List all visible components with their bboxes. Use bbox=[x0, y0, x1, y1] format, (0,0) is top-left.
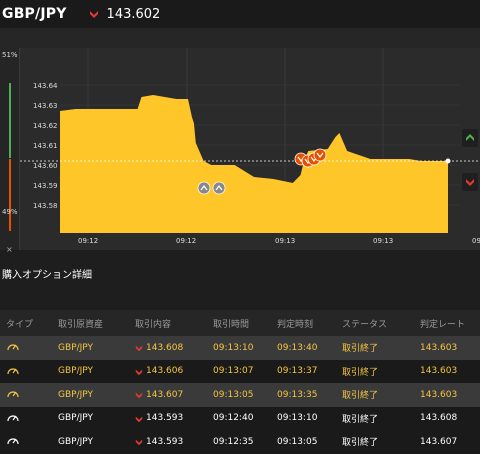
header-bar: GBP/JPY 143.602 bbox=[0, 0, 480, 28]
judge-time-cell: 09:13:05 bbox=[277, 436, 318, 447]
trade-time-cell: 09:13:07 bbox=[213, 366, 254, 377]
current-price: 143.602 bbox=[106, 6, 161, 22]
status-cell: 取引終了 bbox=[342, 344, 379, 355]
x-tick-label: 09 bbox=[472, 237, 480, 245]
high-button[interactable] bbox=[462, 129, 478, 147]
type-icon bbox=[6, 412, 20, 425]
table-row[interactable]: GBP/JPY 143.593 09:12:40 09:13:10 取引終了 143.60… bbox=[0, 406, 480, 430]
col-trade-time: 取引時間 bbox=[213, 319, 250, 330]
rate-cell: 143.593 bbox=[146, 436, 184, 447]
high-entry-marker[interactable] bbox=[212, 181, 226, 195]
judge-time-cell: 09:13:10 bbox=[277, 413, 318, 424]
chart-panel[interactable]: 51% 49% × 143.64 143.63 143.62 143.61 143.60… bbox=[0, 28, 480, 254]
trade-time-cell: 09:13:05 bbox=[213, 389, 254, 400]
low-button[interactable] bbox=[462, 173, 478, 191]
status-cell: 取引終了 bbox=[342, 391, 379, 402]
col-type: タイプ bbox=[6, 319, 34, 330]
timer-gauge-icon bbox=[7, 344, 19, 351]
asset-cell: GBP/JPY bbox=[58, 389, 93, 400]
table-header: タイプ 取引原資産 取引内容 取引時間 判定時刻 ステータス 判定レート bbox=[0, 310, 480, 336]
down-arrow-icon bbox=[135, 369, 143, 375]
table-row[interactable]: GBP/JPY 143.593 09:12:35 09:13:05 取引終了 143.60… bbox=[0, 430, 480, 454]
result-rate-cell: 143.603 bbox=[420, 366, 458, 377]
timer-gauge-icon bbox=[7, 368, 19, 374]
status-cell: 取引終了 bbox=[342, 414, 379, 425]
result-rate-cell: 143.603 bbox=[420, 389, 458, 400]
rate-cell: 143.593 bbox=[146, 413, 184, 424]
down-arrow-icon bbox=[135, 439, 143, 446]
y-tick-label: 143.64 bbox=[33, 82, 58, 90]
rate-cell: 143.608 bbox=[146, 342, 184, 353]
section-title: 購入オプション詳細 bbox=[2, 270, 92, 281]
y-tick-label: 143.60 bbox=[33, 162, 58, 170]
currency-pair: GBP/JPY bbox=[2, 6, 67, 22]
timer-gauge-icon bbox=[7, 415, 19, 421]
trade-time-cell: 09:13:10 bbox=[213, 342, 254, 353]
table-row[interactable]: GBP/JPY 143.607 09:13:05 09:13:35 取引終了 143.60… bbox=[0, 383, 480, 407]
trade-time-cell: 09:12:35 bbox=[213, 436, 254, 447]
type-icon bbox=[6, 388, 20, 401]
down-arrow-icon bbox=[135, 345, 143, 352]
high-entry-marker[interactable] bbox=[197, 181, 211, 195]
timer-gauge-icon bbox=[7, 438, 19, 445]
y-tick-label: 143.58 bbox=[33, 202, 58, 210]
asset-cell: GBP/JPY bbox=[58, 366, 93, 377]
type-icon bbox=[6, 365, 20, 378]
price-chart[interactable]: 143.64 143.63 143.62 143.61 143.60 143.59 143.… bbox=[0, 28, 480, 250]
down-arrow-icon bbox=[135, 416, 143, 422]
asset-cell: GBP/JPY bbox=[58, 342, 93, 353]
down-arrow-icon bbox=[135, 392, 143, 399]
rate-cell: 143.606 bbox=[146, 366, 184, 377]
table-row[interactable]: GBP/JPY 143.606 09:13:07 09:13:37 取引終了 143.60… bbox=[0, 359, 480, 383]
x-tick-label: 09:13 bbox=[275, 237, 295, 245]
timer-gauge-icon bbox=[7, 391, 19, 398]
rate-cell: 143.607 bbox=[146, 389, 184, 400]
purchase-table: タイプ 取引原資産 取引内容 取引時間 判定時刻 ステータス 判定レート GBP… bbox=[0, 310, 480, 454]
x-tick-label: 09:13 bbox=[373, 237, 393, 245]
col-judge-time: 判定時刻 bbox=[277, 319, 314, 330]
y-tick-label: 143.59 bbox=[33, 182, 58, 190]
type-icon bbox=[6, 341, 20, 354]
price-area bbox=[60, 95, 448, 233]
x-tick-label: 09:12 bbox=[176, 237, 196, 245]
down-arrow-icon bbox=[89, 11, 98, 18]
result-rate-cell: 143.608 bbox=[420, 413, 458, 424]
current-price-dot bbox=[445, 158, 451, 164]
judge-time-cell: 09:13:37 bbox=[277, 366, 318, 377]
result-rate-cell: 143.603 bbox=[420, 342, 458, 353]
col-result-rate: 判定レート bbox=[420, 319, 466, 330]
x-tick-label: 09:12 bbox=[78, 237, 98, 245]
y-tick-label: 143.63 bbox=[33, 102, 58, 110]
up-arrow-icon bbox=[466, 134, 474, 141]
judge-time-cell: 09:13:35 bbox=[277, 389, 318, 400]
y-tick-label: 143.61 bbox=[33, 142, 58, 150]
asset-cell: GBP/JPY bbox=[58, 436, 93, 447]
trade-time-cell: 09:12:40 bbox=[213, 413, 254, 424]
status-cell: 取引終了 bbox=[342, 438, 379, 449]
down-arrow-icon bbox=[466, 179, 474, 186]
result-rate-cell: 143.607 bbox=[420, 436, 458, 447]
status-cell: 取引終了 bbox=[342, 367, 379, 378]
low-entry-marker[interactable] bbox=[313, 148, 327, 162]
type-icon bbox=[6, 435, 20, 448]
table-row[interactable]: GBP/JPY 143.608 09:13:10 09:13:40 取引終了 143.60… bbox=[0, 336, 480, 360]
y-tick-label: 143.62 bbox=[33, 122, 58, 130]
col-content: 取引内容 bbox=[135, 319, 172, 330]
judge-time-cell: 09:13:40 bbox=[277, 342, 318, 353]
asset-cell: GBP/JPY bbox=[58, 413, 93, 424]
col-status: ステータス bbox=[342, 319, 388, 330]
col-asset: 取引原資産 bbox=[58, 319, 104, 330]
